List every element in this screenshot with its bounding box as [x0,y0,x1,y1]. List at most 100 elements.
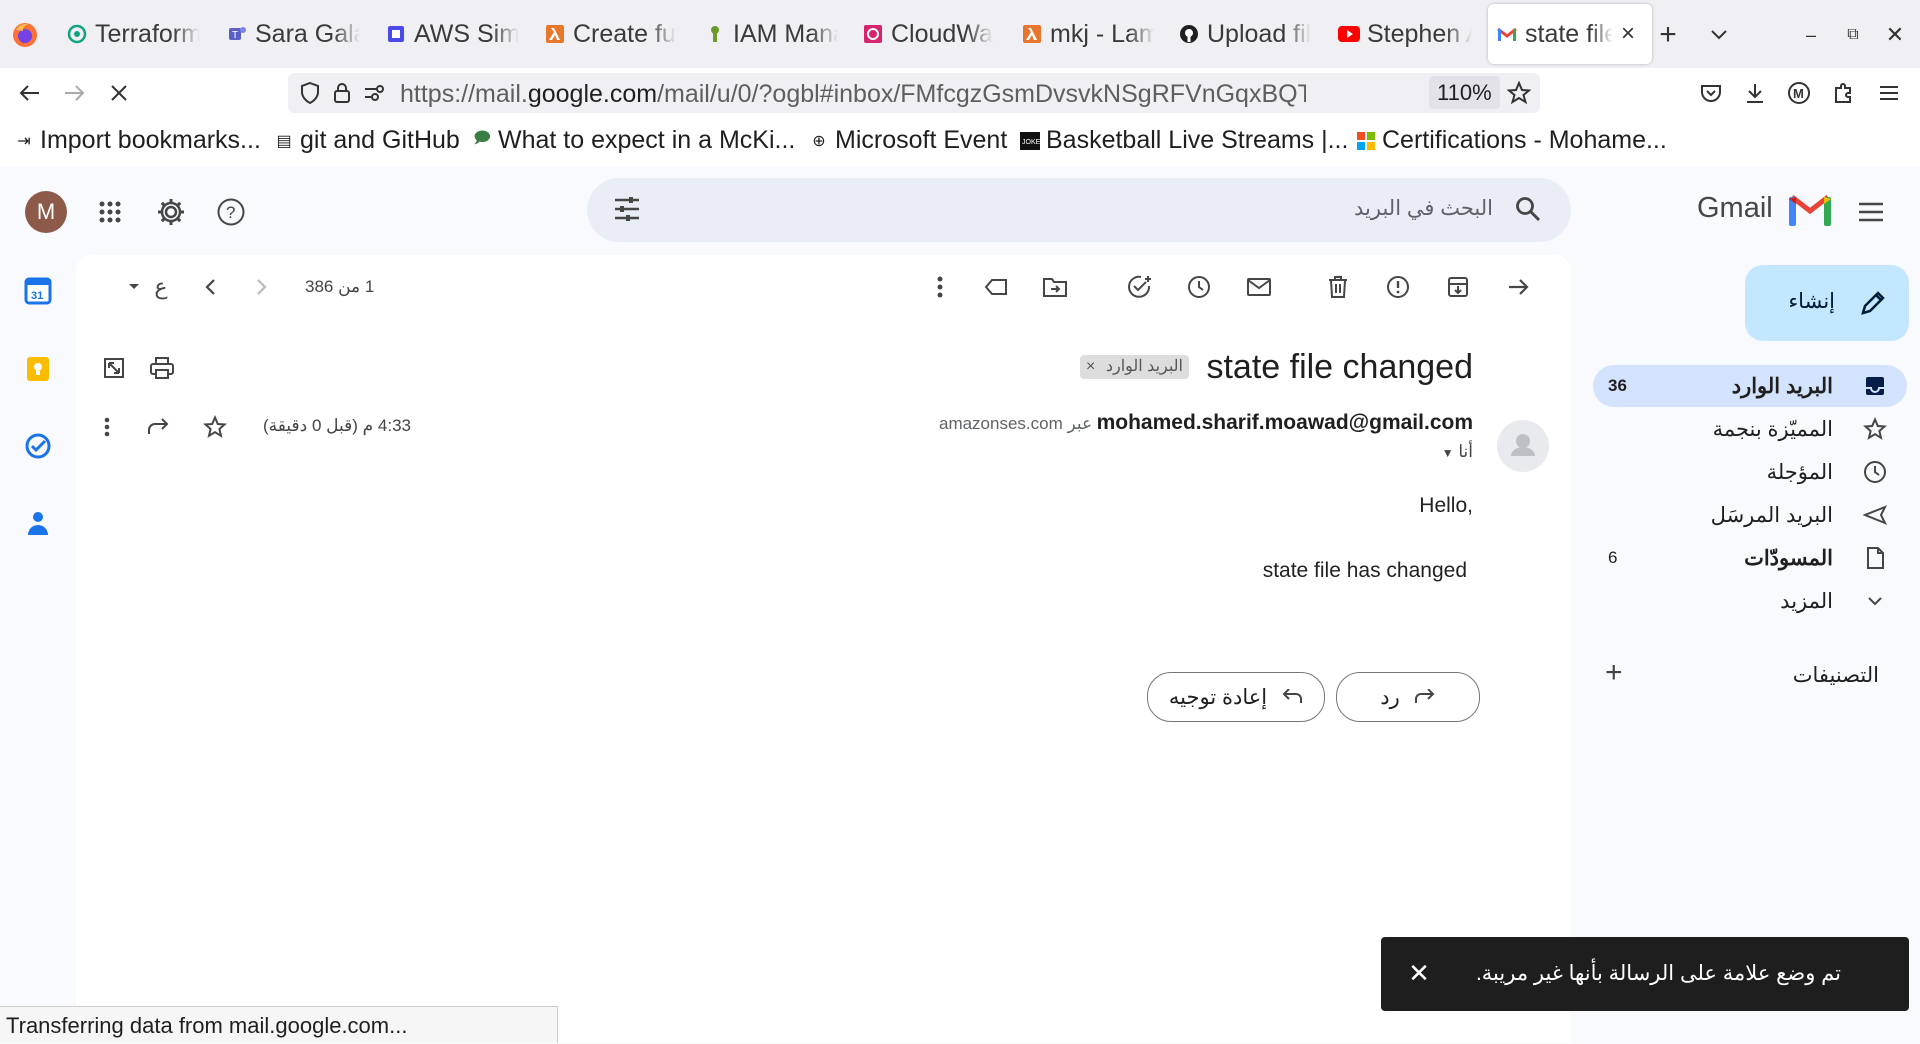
firefox-menu-icon[interactable] [10,20,40,50]
shield-icon[interactable] [300,82,320,104]
back-arrow-icon[interactable] [14,78,44,108]
more-vert-icon[interactable] [924,271,956,303]
downloads-icon[interactable] [1740,78,1770,108]
search-input[interactable]: البحث في البريد [1354,196,1493,221]
nav-count: 6 [1608,548,1618,567]
calendar-icon[interactable]: 31 [24,277,52,305]
zoom-level-indicator[interactable]: 110% [1429,76,1500,109]
sidebar-item-drafts[interactable]: 6 المسودّات [1593,537,1907,579]
close-tab-icon[interactable]: × [1621,20,1635,48]
stop-loading-icon[interactable] [104,78,134,108]
tab-title: mkj - Lam [1050,19,1155,48]
label-icon[interactable] [980,271,1012,303]
bookmark-microsoft-event[interactable]: ⊕ Microsoft Event [809,126,1007,155]
aws-sim-icon [385,23,407,45]
hamburger-menu-icon[interactable] [1874,78,1904,108]
label-chip-inbox[interactable]: البريد الوارد × [1080,355,1189,379]
main-menu-icon[interactable] [1857,198,1885,226]
bookmark-basketball-streams[interactable]: JOKER Basketball Live Streams |... [1020,126,1348,155]
site-permissions-icon[interactable] [364,84,384,102]
bookmark-import[interactable]: ⇥ Import bookmarks... [14,126,261,155]
svg-text:M: M [1793,86,1804,101]
search-icon[interactable] [1515,196,1541,222]
recipient-chevron-icon[interactable]: ▼ [1442,446,1454,460]
close-icon[interactable]: ✕ [1401,955,1437,991]
pocket-icon[interactable] [1696,78,1726,108]
svg-text:?: ? [226,203,235,222]
reply-button[interactable]: رد [1336,672,1480,722]
tab-state-file-active[interactable]: state file × [1488,4,1652,64]
lock-icon[interactable] [333,82,351,104]
input-tools-button[interactable]: ع [145,271,177,303]
minimize-window-icon[interactable]: – [1796,20,1826,50]
sidebar-item-snoozed[interactable]: المؤجلة [1593,451,1907,493]
tab-aws-sim[interactable]: AWS Sim [385,4,519,64]
contacts-icon[interactable] [24,509,52,537]
gmail-logo-icon[interactable] [1789,194,1831,226]
tab-upload-file[interactable]: Upload fil [1178,4,1312,64]
bookmark-certifications[interactable]: Certifications - Mohame... [1356,126,1667,155]
archive-icon[interactable] [1442,271,1474,303]
add-to-tasks-icon[interactable] [1124,271,1156,303]
tab-list-chevron-icon[interactable] [1704,20,1734,50]
message-more-icon[interactable] [95,415,119,439]
tab-terraform[interactable]: Terraform [66,4,200,64]
url-bar[interactable]: https://mail.google.com/mail/u/0/?ogbl#i… [288,73,1540,113]
tab-create-function[interactable]: Create fu [544,4,678,64]
tab-cloudwatch[interactable]: CloudWa [862,4,996,64]
tab-title: Stephen A [1367,19,1472,48]
account-icon[interactable]: M [1784,78,1814,108]
snooze-clock-icon[interactable] [1183,271,1215,303]
open-in-new-window-icon[interactable] [100,354,128,382]
toast-message: تم وضع علامة على الرسالة بأنها غير مريبة… [1475,962,1841,985]
joker-icon: JOKER [1020,131,1040,151]
search-bar[interactable]: البحث في البريد [587,178,1571,242]
print-icon[interactable] [148,354,176,382]
mark-unread-icon[interactable] [1243,271,1275,303]
new-tab-icon[interactable]: + [1653,18,1683,51]
browser-status-bar: Transferring data from mail.google.com..… [0,1006,558,1043]
bookmark-mckinsey[interactable]: 🗩 What to expect in a McKi... [472,126,795,155]
bookmark-git-github[interactable]: ▤ git and GitHub [274,126,459,155]
help-icon[interactable]: ? [215,196,247,228]
sidebar-item-inbox[interactable]: 36 البريد الوارد [1593,365,1907,407]
delete-icon[interactable] [1322,271,1354,303]
move-to-folder-icon[interactable] [1039,271,1071,303]
avatar[interactable]: M [25,191,67,233]
sender-avatar[interactable] [1497,420,1549,472]
sidebar-item-starred[interactable]: المميّزة بنجمة [1593,408,1907,450]
forward-arrow-icon[interactable] [60,78,90,108]
apps-grid-icon[interactable] [96,198,124,226]
bookmark-star-icon[interactable] [1507,81,1531,105]
report-spam-icon[interactable] [1382,271,1414,303]
tab-stephen-a[interactable]: Stephen A [1338,4,1472,64]
import-icon: ⇥ [17,132,31,150]
back-to-inbox-arrow-icon[interactable] [1503,271,1535,303]
star-icon[interactable] [202,414,228,440]
extensions-icon[interactable] [1828,78,1858,108]
remove-label-icon[interactable]: × [1086,358,1095,375]
tab-sara-gala[interactable]: T Sara Gala [226,4,360,64]
restore-window-icon[interactable]: ⧉ [1838,20,1868,50]
tab-lambda-mkj[interactable]: mkj - Lam [1021,4,1155,64]
message-timestamp: 4:33 م (قبل 0 دقيقة) [263,416,411,435]
sidebar-item-more[interactable]: المزيد [1593,580,1907,622]
tab-iam-management[interactable]: IAM Mana [704,4,838,64]
url-text[interactable]: https://mail.google.com/mail/u/0/?ogbl#i… [400,80,1306,109]
recipient-toggle[interactable]: ▼ أنا [1442,442,1473,462]
compose-button[interactable]: إنشاء [1745,265,1909,341]
add-label-icon[interactable]: + [1605,658,1631,688]
chevron-left-icon[interactable] [194,271,226,303]
sender-email[interactable]: mohamed.sharif.moawad@gmail.com [1097,411,1473,434]
forward-button[interactable]: إعادة توجيه [1147,672,1325,722]
keep-icon[interactable] [24,355,52,383]
gear-icon[interactable] [155,196,187,228]
clock-icon [1863,460,1887,484]
tasks-icon[interactable] [24,432,52,460]
sidebar-item-sent[interactable]: البريد المرسَل [1593,494,1907,536]
reply-icon[interactable] [146,415,172,439]
close-window-icon[interactable]: ✕ [1880,20,1910,50]
chevron-right-icon[interactable] [246,271,278,303]
forward-label: إعادة توجيه [1168,685,1268,709]
search-options-icon[interactable] [613,196,641,222]
